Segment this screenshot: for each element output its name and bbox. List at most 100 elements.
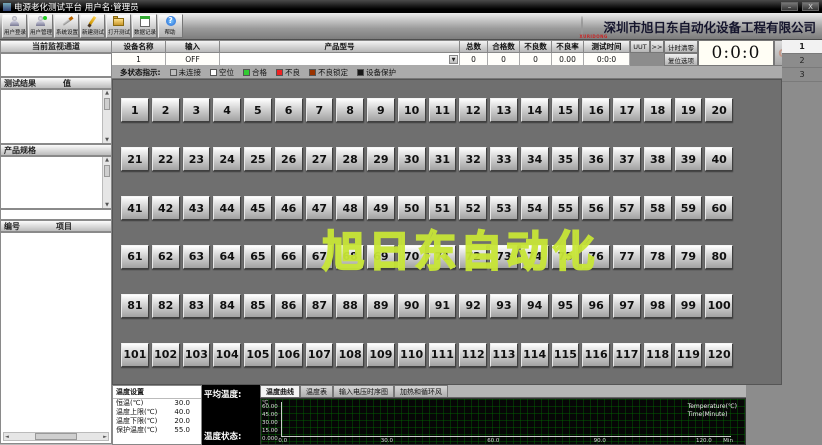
channel-button-67[interactable]: 67 — [305, 244, 334, 269]
channel-button-5[interactable]: 5 — [244, 98, 272, 123]
channel-button-113[interactable]: 113 — [490, 342, 518, 367]
test-result-list[interactable]: ▲ ▼ — [0, 89, 112, 144]
channel-button-53[interactable]: 53 — [490, 196, 518, 221]
channel-button-74[interactable]: 74 — [520, 244, 549, 269]
toolbar-button-settings[interactable]: 系统设置 — [54, 14, 79, 38]
channel-button-28[interactable]: 28 — [336, 147, 364, 172]
channel-button-81[interactable]: 81 — [121, 293, 149, 318]
channel-button-20[interactable]: 20 — [705, 98, 733, 123]
channel-button-111[interactable]: 111 — [428, 342, 457, 367]
device-page-tab-3[interactable]: 3 — [782, 68, 822, 82]
product-model-select[interactable]: ▼ — [220, 53, 460, 66]
channel-button-97[interactable]: 97 — [613, 293, 641, 318]
channel-button-77[interactable]: 77 — [613, 244, 641, 269]
channel-button-105[interactable]: 105 — [244, 342, 272, 367]
channel-button-85[interactable]: 85 — [244, 293, 272, 318]
channel-button-22[interactable]: 22 — [151, 147, 180, 172]
channel-button-110[interactable]: 110 — [397, 342, 426, 367]
channel-button-119[interactable]: 119 — [674, 342, 703, 367]
channel-button-41[interactable]: 41 — [121, 196, 149, 221]
channel-button-58[interactable]: 58 — [643, 196, 672, 221]
channel-button-27[interactable]: 27 — [305, 147, 334, 172]
channel-button-106[interactable]: 106 — [274, 342, 303, 367]
channel-button-32[interactable]: 32 — [459, 147, 487, 172]
channel-button-89[interactable]: 89 — [367, 293, 395, 318]
channel-button-35[interactable]: 35 — [551, 147, 580, 172]
channel-button-55[interactable]: 55 — [551, 196, 580, 221]
channel-button-57[interactable]: 57 — [613, 196, 641, 221]
channel-button-16[interactable]: 16 — [582, 98, 610, 123]
channel-button-101[interactable]: 101 — [121, 342, 149, 367]
chart-tab-1[interactable]: 温度曲线 — [260, 385, 300, 397]
channel-button-84[interactable]: 84 — [213, 293, 241, 318]
chart-tab-2[interactable]: 温度表 — [300, 385, 333, 397]
channel-button-87[interactable]: 87 — [305, 293, 334, 318]
channel-button-17[interactable]: 17 — [613, 98, 641, 123]
channel-button-30[interactable]: 30 — [397, 147, 426, 172]
channel-button-42[interactable]: 42 — [151, 196, 180, 221]
channel-button-117[interactable]: 117 — [613, 342, 641, 367]
monitor-channel-list[interactable] — [0, 53, 112, 77]
channel-button-98[interactable]: 98 — [643, 293, 672, 318]
chart-tab-4[interactable]: 加热和循环风 — [394, 385, 448, 397]
item-list-hscrollbar[interactable]: ◄ ► — [3, 432, 109, 441]
channel-button-90[interactable]: 90 — [397, 293, 426, 318]
test-result-scrollbar[interactable]: ▲ ▼ — [102, 90, 111, 143]
channel-button-33[interactable]: 33 — [490, 147, 518, 172]
channel-button-86[interactable]: 86 — [274, 293, 303, 318]
channel-button-54[interactable]: 54 — [520, 196, 549, 221]
channel-button-6[interactable]: 6 — [274, 98, 303, 123]
toolbar-button-new-test[interactable]: 新建测试 — [80, 14, 105, 38]
channel-button-31[interactable]: 31 — [428, 147, 457, 172]
channel-button-49[interactable]: 49 — [367, 196, 395, 221]
channel-button-102[interactable]: 102 — [151, 342, 180, 367]
channel-button-95[interactable]: 95 — [551, 293, 580, 318]
channel-button-11[interactable]: 11 — [428, 98, 457, 123]
channel-button-68[interactable]: 68 — [336, 244, 364, 269]
chevron-down-icon[interactable]: ▼ — [449, 54, 458, 64]
channel-button-61[interactable]: 61 — [121, 244, 149, 269]
toolbar-button-open-test[interactable]: 打开测试 — [106, 14, 131, 38]
channel-button-76[interactable]: 76 — [582, 244, 610, 269]
channel-button-56[interactable]: 56 — [582, 196, 610, 221]
channel-button-99[interactable]: 99 — [674, 293, 703, 318]
channel-button-83[interactable]: 83 — [182, 293, 211, 318]
channel-button-48[interactable]: 48 — [336, 196, 364, 221]
channel-button-107[interactable]: 107 — [305, 342, 334, 367]
channel-button-51[interactable]: 51 — [428, 196, 457, 221]
channel-button-79[interactable]: 79 — [674, 244, 703, 269]
channel-button-29[interactable]: 29 — [367, 147, 395, 172]
channel-button-78[interactable]: 78 — [643, 244, 672, 269]
channel-button-108[interactable]: 108 — [336, 342, 364, 367]
channel-button-109[interactable]: 109 — [367, 342, 395, 367]
channel-button-13[interactable]: 13 — [490, 98, 518, 123]
channel-button-118[interactable]: 118 — [643, 342, 672, 367]
toolbar-button-user-manage[interactable]: 用户管理 — [28, 14, 53, 38]
channel-button-52[interactable]: 52 — [459, 196, 487, 221]
channel-button-70[interactable]: 70 — [397, 244, 426, 269]
channel-button-75[interactable]: 75 — [551, 244, 580, 269]
channel-button-59[interactable]: 59 — [674, 196, 703, 221]
channel-button-40[interactable]: 40 — [705, 147, 733, 172]
channel-button-21[interactable]: 21 — [121, 147, 149, 172]
close-button[interactable]: X — [802, 2, 819, 11]
channel-button-112[interactable]: 112 — [459, 342, 487, 367]
channel-button-25[interactable]: 25 — [244, 147, 272, 172]
channel-button-69[interactable]: 69 — [367, 244, 395, 269]
channel-button-100[interactable]: 100 — [705, 293, 733, 318]
channel-button-94[interactable]: 94 — [520, 293, 549, 318]
channel-button-23[interactable]: 23 — [182, 147, 211, 172]
device-page-tab-2[interactable]: 2 — [782, 54, 822, 68]
expand-button[interactable]: >> — [650, 40, 664, 53]
channel-button-3[interactable]: 3 — [182, 98, 211, 123]
channel-button-116[interactable]: 116 — [582, 342, 610, 367]
channel-button-82[interactable]: 82 — [151, 293, 180, 318]
toolbar-button-user-login[interactable]: 用户登录 — [2, 14, 27, 38]
channel-button-14[interactable]: 14 — [520, 98, 549, 123]
channel-button-65[interactable]: 65 — [244, 244, 272, 269]
channel-button-104[interactable]: 104 — [213, 342, 241, 367]
channel-button-88[interactable]: 88 — [336, 293, 364, 318]
channel-button-10[interactable]: 10 — [397, 98, 426, 123]
channel-button-15[interactable]: 15 — [551, 98, 580, 123]
channel-button-46[interactable]: 46 — [274, 196, 303, 221]
